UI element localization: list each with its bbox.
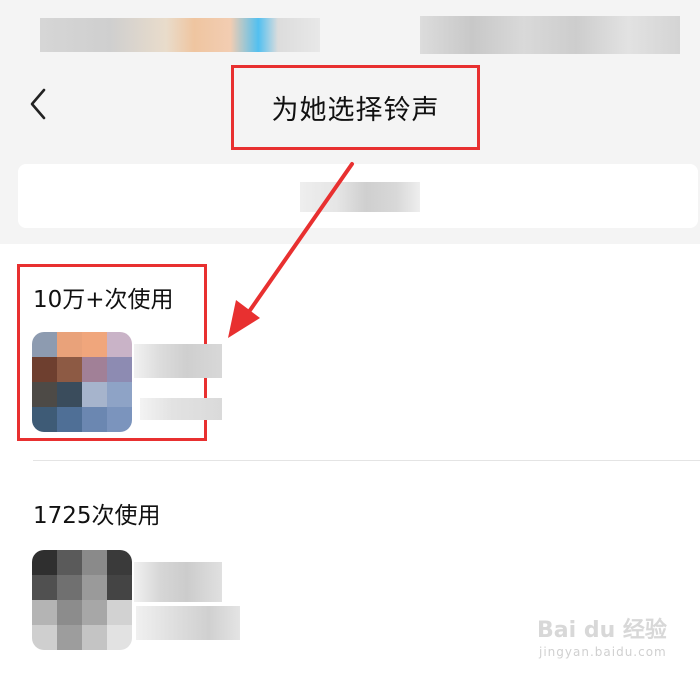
usage-count-1: 10万+次使用 bbox=[33, 287, 174, 313]
status-bar bbox=[0, 0, 700, 62]
ringtone-thumbnail-2[interactable] bbox=[32, 550, 132, 650]
baidu-jingyan-watermark: Bai du 经验 jingyan.baidu.com bbox=[537, 612, 687, 664]
search-area bbox=[0, 154, 700, 244]
header: 为她选择铃声 bbox=[0, 62, 700, 154]
search-blur bbox=[300, 182, 420, 212]
status-blur-left bbox=[40, 18, 320, 52]
usage-count-2: 1725次使用 bbox=[33, 503, 161, 529]
watermark-url: jingyan.baidu.com bbox=[539, 645, 667, 659]
page-title: 为她选择铃声 bbox=[271, 95, 440, 126]
ringtone-thumbnail-1[interactable] bbox=[32, 332, 132, 432]
title-highlight-box: 为她选择铃声 bbox=[231, 65, 480, 150]
ringtone-name-blur-1 bbox=[134, 344, 222, 378]
search-input[interactable] bbox=[18, 164, 698, 228]
ringtone-meta-blur-2 bbox=[136, 606, 240, 640]
status-blur-right bbox=[420, 16, 680, 54]
ringtone-meta-blur-1 bbox=[140, 398, 222, 420]
back-button[interactable] bbox=[22, 84, 58, 124]
list-divider bbox=[33, 460, 700, 461]
ringtone-name-blur-2 bbox=[134, 562, 222, 602]
watermark-brand: Bai du 经验 bbox=[537, 618, 667, 643]
chevron-left-icon bbox=[30, 88, 46, 120]
